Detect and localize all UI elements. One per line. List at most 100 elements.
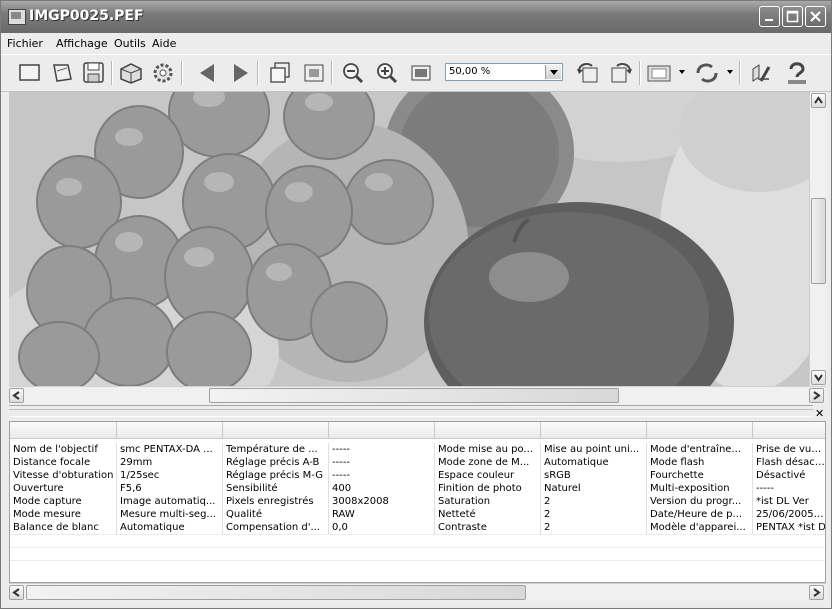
box-icon[interactable] xyxy=(117,59,145,87)
edit-icon[interactable] xyxy=(747,59,775,87)
viewer-vertical-scrollbar[interactable] xyxy=(809,92,827,386)
column-header[interactable] xyxy=(753,422,825,438)
field-label: Vitesse d'obturation xyxy=(10,469,117,482)
menu-bar: Fichier Affichage Outils Aide xyxy=(1,33,831,54)
field-value: 1/25sec xyxy=(117,469,223,482)
settings-icon[interactable] xyxy=(149,59,177,87)
field-label: Balance de blanc xyxy=(10,521,117,534)
field-label: Distance focale xyxy=(10,456,117,469)
column-header[interactable] xyxy=(647,422,753,438)
field-value: ----- xyxy=(329,469,435,482)
close-icon xyxy=(810,11,821,22)
field-value: 29mm xyxy=(117,456,223,469)
field-label: Sensibilité xyxy=(223,482,329,495)
transform-icon[interactable] xyxy=(693,59,721,87)
table-row[interactable]: Ouverture F5,6 Sensibilité 400 Finition de p… xyxy=(10,482,825,495)
table-row[interactable]: Distance focale 29mm Réglage précis A-B ---… xyxy=(10,456,825,469)
column-header[interactable] xyxy=(329,422,435,438)
rotate-right-icon[interactable] xyxy=(607,59,635,87)
field-value: RAW xyxy=(329,508,435,521)
minimize-button[interactable] xyxy=(759,6,780,27)
field-label: Finition de photo xyxy=(435,482,541,495)
field-value: Image automatiq... xyxy=(117,495,223,508)
field-label: Nom de l'objectif xyxy=(10,443,117,456)
photo-fruit xyxy=(9,92,809,386)
display-mode-dropdown-icon[interactable] xyxy=(679,70,685,74)
rotate-left-icon[interactable] xyxy=(574,59,602,87)
field-label: Mode flash xyxy=(647,456,753,469)
field-value: sRGB xyxy=(541,469,647,482)
help-icon[interactable] xyxy=(783,59,811,87)
menu-aide[interactable]: Aide xyxy=(152,37,176,50)
empty-row xyxy=(10,547,825,561)
field-value: Automatique xyxy=(541,456,647,469)
table-header xyxy=(10,422,825,439)
scroll-down-icon[interactable] xyxy=(811,370,826,385)
table-row[interactable]: Mode mesure Mesure multi-seg... Qualité RAW… xyxy=(10,508,825,521)
scroll-up-icon[interactable] xyxy=(811,93,826,108)
scroll-left-icon[interactable] xyxy=(9,585,24,600)
menu-fichier[interactable]: Fichier xyxy=(7,37,43,50)
previous-icon[interactable] xyxy=(194,59,222,87)
field-value: Naturel xyxy=(541,482,647,495)
horizontal-scroll-thumb[interactable] xyxy=(26,585,526,600)
close-button[interactable] xyxy=(805,6,826,27)
empty-row xyxy=(10,534,825,548)
menu-outils[interactable]: Outils xyxy=(114,37,146,50)
table-row[interactable]: Vitesse d'obturation 1/25sec Réglage préci… xyxy=(10,469,825,482)
menu-affichage[interactable]: Affichage xyxy=(56,37,108,50)
next-icon[interactable] xyxy=(226,59,254,87)
field-label: Qualité xyxy=(223,508,329,521)
field-label: Netteté xyxy=(435,508,541,521)
table-horizontal-scrollbar[interactable] xyxy=(9,583,826,601)
window-icon[interactable] xyxy=(16,59,44,87)
transform-dropdown-icon[interactable] xyxy=(727,70,733,74)
column-header[interactable] xyxy=(435,422,541,438)
zoom-select[interactable]: 50,00 % xyxy=(445,63,563,81)
zoom-in-icon[interactable] xyxy=(373,59,401,87)
viewer-horizontal-scrollbar[interactable] xyxy=(9,386,826,404)
table-row[interactable]: Mode capture Image automatiq... Pixels enr… xyxy=(10,495,825,508)
scroll-left-icon[interactable] xyxy=(9,388,24,403)
field-value: PENTAX *ist D xyxy=(753,521,825,534)
image-viewer[interactable] xyxy=(9,92,809,386)
panel-splitter[interactable] xyxy=(9,405,813,417)
field-label: Saturation xyxy=(435,495,541,508)
field-value: 0,0 xyxy=(329,521,435,534)
field-label: Espace couleur xyxy=(435,469,541,482)
field-label: Date/Heure de p... xyxy=(647,508,753,521)
vertical-scroll-thumb[interactable] xyxy=(811,198,826,284)
field-value: Automatique xyxy=(117,521,223,534)
horizontal-scroll-thumb[interactable] xyxy=(209,388,619,403)
field-value: Prise de vue u xyxy=(753,443,825,456)
actual-size-icon[interactable] xyxy=(407,59,435,87)
fit-icon[interactable] xyxy=(300,59,328,87)
column-header[interactable] xyxy=(117,422,223,438)
field-value: F5,6 xyxy=(117,482,223,495)
column-header[interactable] xyxy=(223,422,329,438)
display-mode-icon[interactable] xyxy=(645,59,673,87)
field-value: 25/06/2005 1( xyxy=(753,508,825,521)
zoom-value: 50,00 % xyxy=(449,66,491,77)
zoom-out-icon[interactable] xyxy=(339,59,367,87)
table-row[interactable]: Nom de l'objectif smc PENTAX-DA ... Tempér… xyxy=(10,443,825,456)
table-row[interactable]: Balance de blanc Automatique Compensation … xyxy=(10,521,825,534)
close-info-panel-icon[interactable]: ✕ xyxy=(815,407,824,420)
scroll-right-icon[interactable] xyxy=(809,388,824,403)
chevron-down-icon[interactable] xyxy=(545,65,561,79)
field-value: 400 xyxy=(329,482,435,495)
column-header[interactable] xyxy=(541,422,647,438)
column-header[interactable] xyxy=(10,422,117,438)
field-value: Flash désactiv xyxy=(753,456,825,469)
field-value: ----- xyxy=(753,482,825,495)
copy-icon[interactable] xyxy=(266,59,294,87)
field-label: Contraste xyxy=(435,521,541,534)
scroll-right-icon[interactable] xyxy=(809,585,824,600)
title-bar[interactable]: IMGP0025.PEF xyxy=(1,1,831,33)
maximize-button[interactable] xyxy=(782,6,803,27)
field-value: *ist DL Ver xyxy=(753,495,825,508)
save-icon[interactable] xyxy=(80,59,108,87)
field-label: Pixels enregistrés xyxy=(223,495,329,508)
field-label: Réglage précis M-G xyxy=(223,469,329,482)
open-icon[interactable] xyxy=(48,59,76,87)
